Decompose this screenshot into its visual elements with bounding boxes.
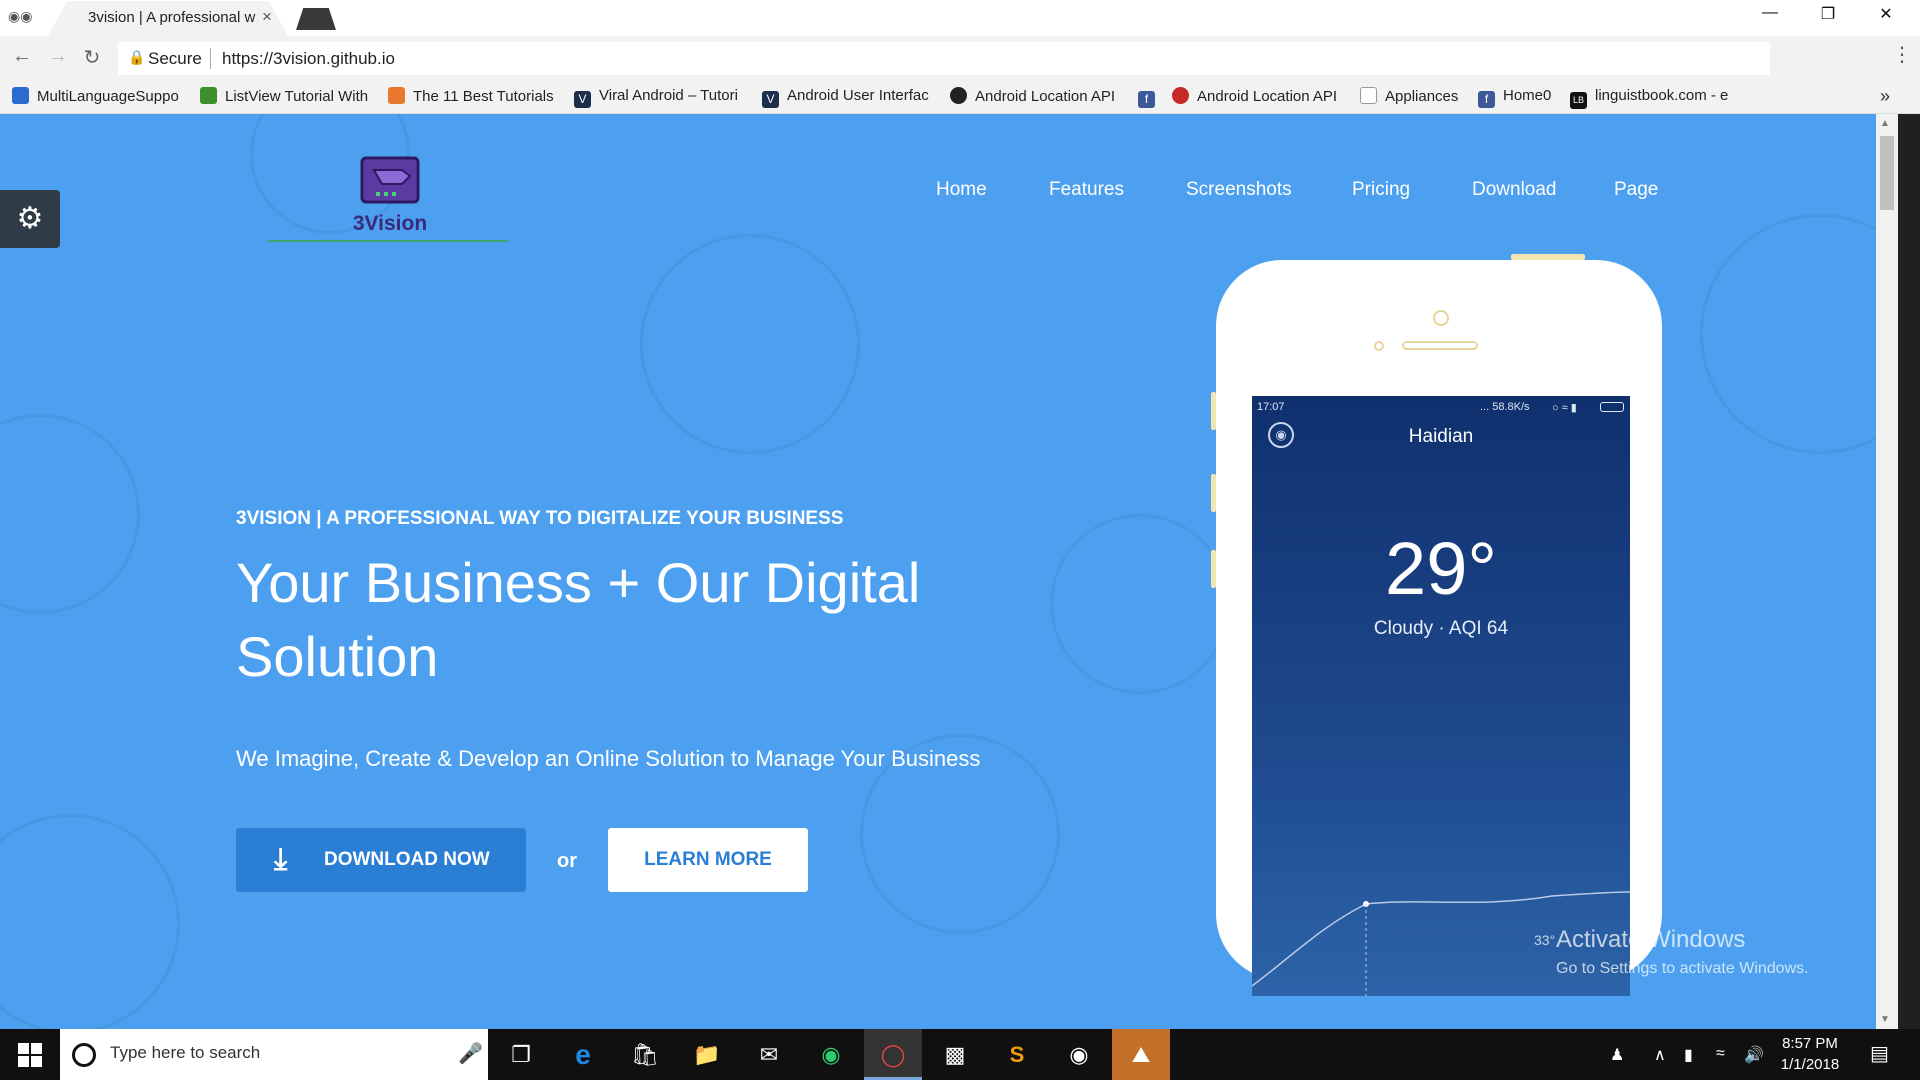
bookmarks-bar: MultiLanguageSuppo ListView Tutorial Wit… — [0, 81, 1920, 114]
side-temperature: 33° — [1534, 932, 1556, 948]
secure-label: Secure — [148, 49, 202, 68]
phone-camera — [1433, 310, 1449, 326]
bookmark-item[interactable]: Appliances — [1360, 87, 1466, 109]
phone-screen: 17:07 ... 58.8K/s ○ ≈ ▮ ◉ Haidian 29° Cl… — [1252, 396, 1630, 996]
facebook-icon: f — [1478, 91, 1495, 108]
close-window-icon[interactable]: ✕ — [1866, 4, 1906, 30]
bookmark-item[interactable]: MultiLanguageSuppo — [12, 87, 184, 109]
bookmark-item[interactable]: V Viral Android – Tutori — [574, 87, 746, 109]
task-view-icon[interactable]: ❐ — [492, 1029, 550, 1080]
bookmark-favicon — [200, 87, 217, 104]
new-tab-button[interactable] — [296, 8, 336, 30]
bookmark-item[interactable]: The 11 Best Tutorials — [388, 87, 556, 109]
chrome-icon[interactable]: ◯ — [864, 1029, 922, 1080]
battery-tray-icon[interactable]: ▮ — [1684, 1045, 1693, 1065]
search-placeholder: Type here to search — [110, 1043, 261, 1062]
weather-condition-line: Cloudy · AQI 64 — [1373, 618, 1509, 639]
taskbar: Type here to search 🎤 ❐ e 🛍 📁 ✉ ◉ ◯ ▩ S … — [0, 1029, 1920, 1080]
url-text[interactable]: https://3vision.github.io — [222, 49, 395, 69]
wifi-icon[interactable]: ≈ — [1716, 1045, 1725, 1063]
system-clock[interactable]: 8:57 PM 1/1/2018 — [1770, 1033, 1850, 1075]
bookmark-item[interactable]: Android Location API — [950, 87, 1120, 109]
page-scrollbar[interactable]: ▲ ▼ — [1876, 114, 1898, 1029]
bookmark-item[interactable]: LB linguistbook.com - e — [1570, 87, 1742, 109]
browser-menu-icon[interactable]: ⋮ — [1892, 42, 1912, 67]
bookmarks-overflow-icon[interactable]: » — [1880, 86, 1890, 107]
bookmark-favicon — [12, 87, 29, 104]
omnibox[interactable]: 🔒 Secure https://3vision.github.io ☆ — [118, 42, 1770, 75]
bookmark-favicon: V — [762, 91, 779, 108]
scroll-up-icon[interactable]: ▲ — [1880, 118, 1890, 129]
store-icon[interactable]: 🛍 — [616, 1029, 674, 1080]
bookmark-item[interactable]: f — [1138, 87, 1164, 109]
activate-windows-title: Activate Windows — [1556, 926, 1746, 953]
people-icon[interactable]: ♟ — [1610, 1045, 1624, 1065]
page-icon — [1360, 87, 1377, 104]
action-center-icon[interactable]: ▤ — [1870, 1041, 1889, 1066]
windows-start-icon[interactable] — [18, 1043, 42, 1067]
weather-aqi: AQI 64 — [1448, 618, 1509, 639]
phone-sensor — [1374, 341, 1384, 351]
bookmark-favicon — [950, 87, 967, 104]
android-studio-icon[interactable]: ◉ — [802, 1029, 860, 1080]
bookmark-favicon — [1172, 87, 1189, 104]
status-time: 17:07 — [1257, 401, 1285, 413]
bookmark-item[interactable]: V Android User Interfac — [762, 87, 932, 109]
incognito-icon: ◉◉ — [8, 8, 33, 24]
bookmark-item[interactable]: ListView Tutorial With — [200, 87, 370, 109]
taskbar-search[interactable]: Type here to search 🎤 — [60, 1029, 488, 1080]
forward-icon[interactable]: → — [44, 45, 72, 68]
microphone-icon[interactable]: 🎤 — [458, 1041, 483, 1066]
page-viewport: ⚙ 3Vision Home Features Screenshots Pric… — [0, 114, 1898, 1029]
show-hidden-icons-icon[interactable]: ∧ — [1654, 1045, 1666, 1065]
clock-time: 8:57 PM — [1782, 1035, 1838, 1052]
scroll-down-icon[interactable]: ▼ — [1880, 1014, 1890, 1025]
facebook-icon: f — [1138, 91, 1155, 108]
github-desktop-icon[interactable]: ◉ — [1050, 1029, 1108, 1080]
activate-windows-subtitle: Go to Settings to activate Windows. — [1556, 960, 1809, 977]
back-icon[interactable]: ← — [8, 45, 36, 68]
browser-titlebar: ◉◉ 3vision | A professional w × — ❐ ✕ — [0, 0, 1920, 36]
weather-temperature: 29° — [1385, 527, 1497, 610]
terminal-icon[interactable]: ▩ — [926, 1029, 984, 1080]
phone-speaker — [1402, 341, 1478, 350]
bookmark-favicon — [388, 87, 405, 104]
mail-icon[interactable]: ✉ — [740, 1029, 798, 1080]
lock-icon: 🔒 — [128, 49, 146, 65]
clock-date: 1/1/2018 — [1780, 1056, 1840, 1073]
bookmark-item[interactable]: f Home0 — [1478, 87, 1568, 109]
edge-icon[interactable]: e — [554, 1029, 612, 1080]
bookmark-favicon: V — [574, 91, 591, 108]
reload-icon[interactable]: ↻ — [78, 45, 106, 70]
volume-icon[interactable]: 🔊 — [1744, 1045, 1764, 1065]
cortana-icon[interactable] — [72, 1043, 96, 1067]
tab-close-icon[interactable]: × — [262, 7, 272, 27]
bookmark-favicon: LB — [1570, 92, 1587, 109]
tab-title[interactable]: 3vision | A professional w — [88, 9, 258, 26]
omnibox-divider — [210, 48, 211, 69]
battery-icon — [1600, 402, 1624, 412]
sublime-text-icon[interactable]: S — [988, 1029, 1046, 1080]
photos-icon[interactable]: ⛰ — [1112, 1029, 1170, 1080]
status-net-speed: ... 58.8K/s — [1480, 401, 1530, 413]
scrollbar-thumb[interactable] — [1880, 136, 1894, 210]
minimize-icon[interactable]: — — [1750, 4, 1790, 30]
file-explorer-icon[interactable]: 📁 — [678, 1029, 736, 1080]
weather-city: Haidian — [1408, 426, 1474, 447]
address-toolbar: ← → ↻ 🔒 Secure https://3vision.github.io… — [0, 36, 1920, 81]
phone-mockup: 17:07 ... 58.8K/s ○ ≈ ▮ ◉ Haidian 29° Cl… — [0, 114, 1898, 1029]
status-signal-icon: ○ ≈ ▮ — [1552, 402, 1577, 414]
weather-condition: Cloudy — [1373, 618, 1434, 639]
restore-icon[interactable]: ❐ — [1808, 4, 1848, 30]
bookmark-item[interactable]: Android Location API — [1172, 87, 1342, 109]
